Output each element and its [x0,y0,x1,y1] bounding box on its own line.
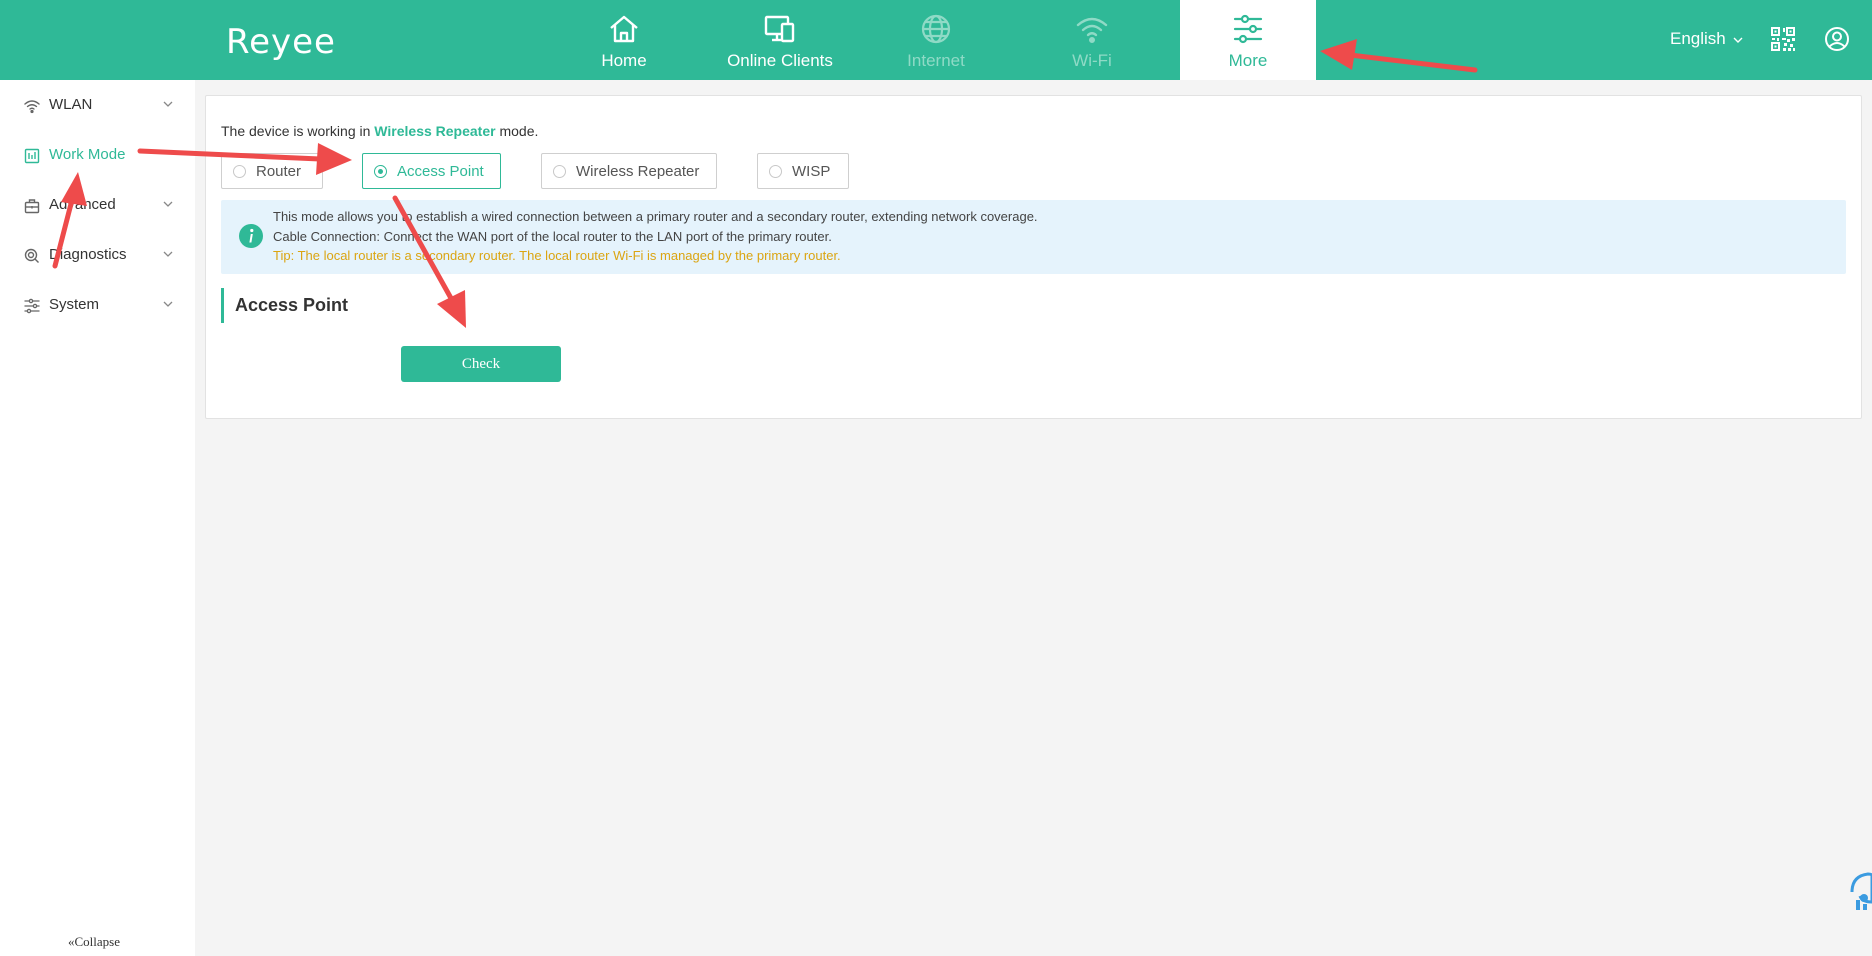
mode-option-router[interactable]: Router [221,153,323,189]
work-mode-panel: The device is working in Wireless Repeat… [205,95,1862,419]
nav-wifi[interactable]: Wi-Fi [1024,0,1160,80]
mode-option-label: Router [256,163,302,180]
mode-option-label: Access Point [397,163,484,180]
globe-icon [921,14,951,44]
nav-internet-label: Internet [907,51,965,70]
radio-button[interactable] [233,165,246,178]
info-icon [239,224,263,248]
nav-more[interactable]: More [1180,0,1316,80]
check-button[interactable]: Check [401,346,561,382]
sidebar: WLAN Work Mode Advanced Diagnostics Syst… [0,80,195,956]
mode-option-wisp[interactable]: WISP [757,153,849,189]
mode-option-wireless-repeater[interactable]: Wireless Repeater [541,153,717,189]
nav-online-clients-label: Online Clients [727,51,833,70]
settings-sliders-icon [24,298,40,314]
status-prefix: The device is working in [221,123,375,139]
sliders-icon [1233,14,1263,44]
nav-more-label: More [1228,51,1268,70]
qr-code-icon[interactable] [1770,26,1796,52]
nav-internet[interactable]: Internet [868,0,1004,80]
sidebar-item-wlan[interactable]: WLAN [0,86,195,126]
collapse-label: Collapse [74,934,121,949]
current-mode-status: The device is working in Wireless Repeat… [221,123,538,139]
chevron-down-icon [163,251,173,257]
sidebar-item-diagnostics[interactable]: Diagnostics [0,236,195,276]
sidebar-item-label: WLAN [49,96,93,113]
home-icon [610,15,638,43]
nav-home-label: Home [601,51,647,70]
language-select[interactable]: English [1670,29,1743,49]
current-mode-value: Wireless Repeater [374,123,496,139]
sidebar-item-label: System [49,296,100,313]
sidebar-item-label: Work Mode [49,146,126,163]
info-cable-connection: Cable Connection: Connect the WAN port o… [273,229,832,244]
help-assistant-icon[interactable] [1848,862,1872,912]
toolbox-icon [24,199,40,214]
sidebar-item-label: Diagnostics [49,246,127,263]
devices-icon [764,15,795,43]
diagnostics-icon [24,248,39,263]
mode-option-access-point[interactable]: Access Point [362,153,501,189]
sidebar-item-work-mode[interactable]: Work Mode [0,136,195,176]
info-description: This mode allows you to establish a wire… [273,209,1038,224]
status-suffix: mode. [495,123,539,139]
language-label: English [1670,29,1726,48]
radio-button[interactable] [553,165,566,178]
radio-button[interactable] [769,165,782,178]
wifi-icon [24,100,40,114]
radio-button[interactable] [374,165,387,178]
sidebar-item-advanced[interactable]: Advanced [0,186,195,226]
collapse-button[interactable]: «Collapse [68,934,120,950]
top-header: Reyee Home Online Clients Internet Wi-Fi… [0,0,1872,80]
info-box: This mode allows you to establish a wire… [221,200,1846,274]
mode-option-label: Wireless Repeater [576,163,700,180]
chevron-down-icon [163,101,173,107]
wifi-icon [1076,17,1108,44]
sidebar-item-system[interactable]: System [0,286,195,326]
work-mode-icon [24,148,40,164]
chevron-down-icon [163,201,173,207]
nav-online-clients[interactable]: Online Clients [712,0,848,80]
mode-option-label: WISP [792,163,831,180]
user-icon[interactable] [1824,26,1850,52]
sidebar-item-label: Advanced [49,196,116,213]
nav-home[interactable]: Home [556,0,692,80]
info-tip: Tip: The local router is a secondary rou… [273,248,841,263]
chevron-down-icon [163,301,173,307]
chevron-down-icon [1733,37,1742,43]
nav-wifi-label: Wi-Fi [1072,51,1112,70]
brand-logo[interactable]: Reyee [226,22,336,62]
section-title: Access Point [221,288,348,323]
